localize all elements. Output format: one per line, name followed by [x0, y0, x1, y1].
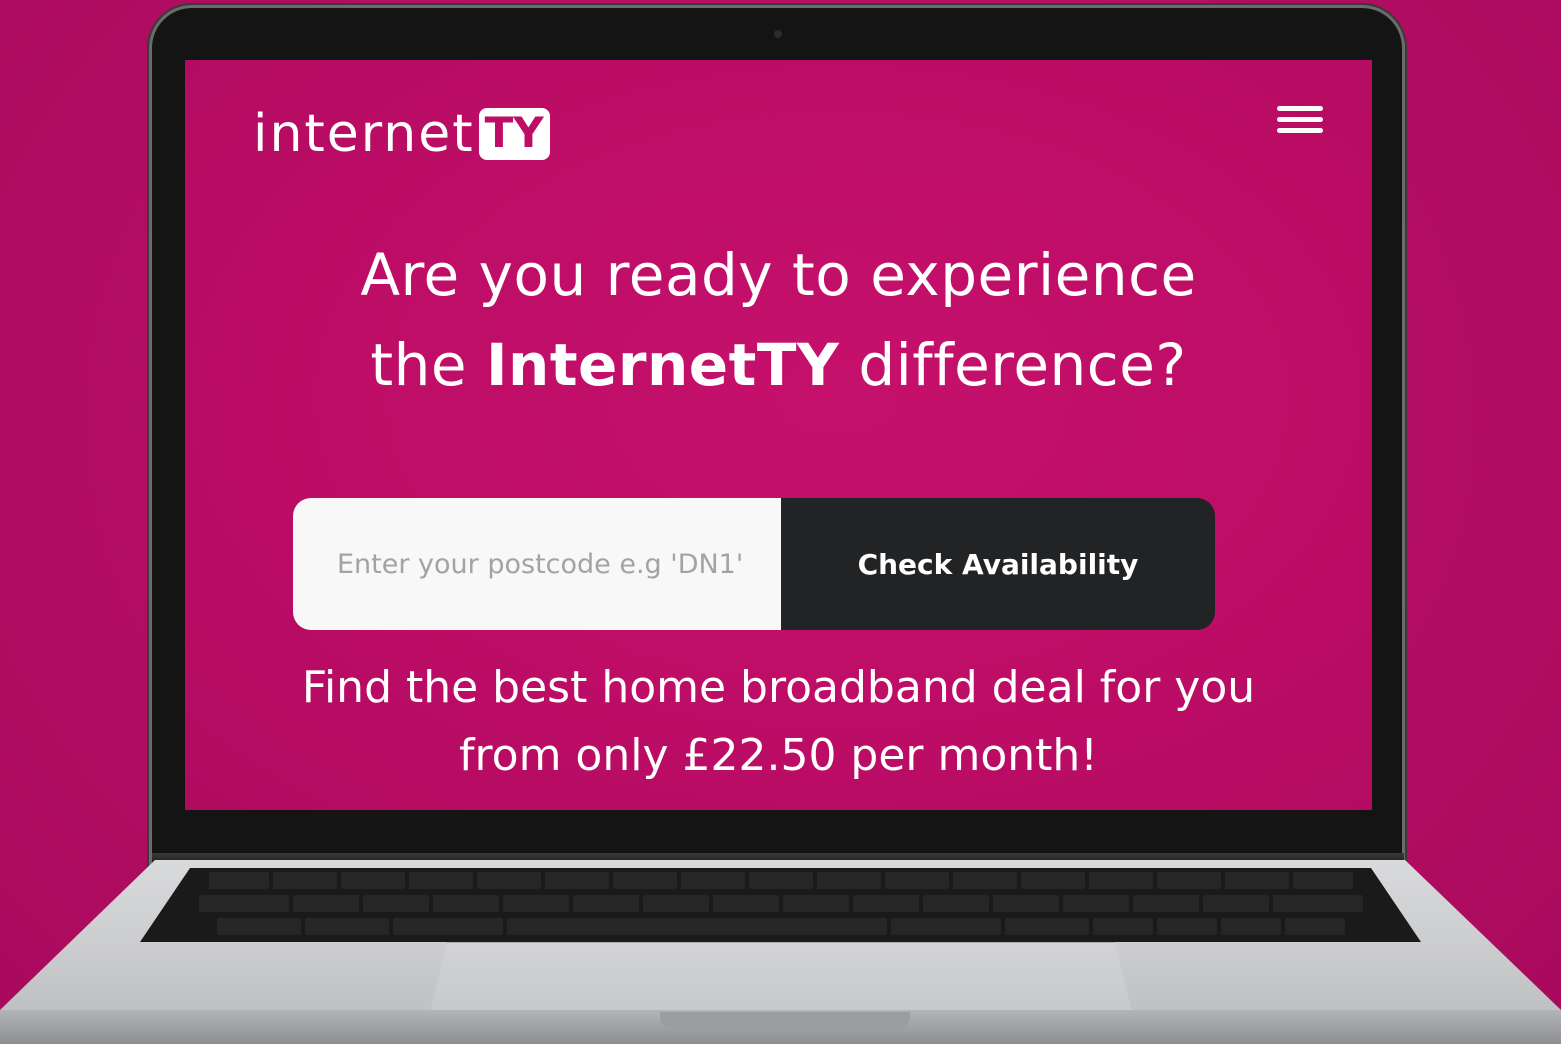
headline-line-1: Are you ready to experience [360, 241, 1197, 309]
tagline-line-2: from only £22.50 per month! [459, 730, 1098, 781]
keyboard-row [140, 918, 1421, 935]
laptop-keyboard [140, 868, 1421, 942]
postcode-input[interactable] [293, 498, 781, 630]
check-availability-button[interactable]: Check Availability [781, 498, 1215, 630]
logo-badge: TY [478, 108, 550, 160]
menu-bar-bottom [1277, 128, 1323, 133]
hamburger-menu-icon[interactable] [1277, 100, 1323, 136]
headline-prefix: the [370, 331, 486, 399]
site-logo[interactable]: internet TY [253, 108, 550, 160]
headline-line-2: the InternetTY difference? [185, 320, 1372, 410]
menu-bar-middle [1277, 117, 1323, 122]
headline-brand: InternetTY [485, 331, 840, 399]
keyboard-row [140, 872, 1421, 889]
keyboard-row [140, 895, 1421, 912]
laptop-lid: internet TY Are you ready to experience … [152, 8, 1402, 870]
postcode-search-form: Check Availability [293, 498, 1215, 630]
laptop-front-notch [660, 1012, 910, 1030]
hero-tagline: Find the best home broadband deal for yo… [185, 654, 1372, 790]
logo-text: internet [253, 104, 475, 164]
laptop-screen: internet TY Are you ready to experience … [185, 60, 1372, 810]
headline-suffix: difference? [839, 331, 1187, 399]
hero-headline: Are you ready to experience the Internet… [185, 230, 1372, 410]
tagline-line-1: Find the best home broadband deal for yo… [301, 662, 1256, 713]
webcam [774, 30, 782, 38]
laptop-base [0, 860, 1561, 1044]
menu-bar-top [1277, 106, 1323, 111]
